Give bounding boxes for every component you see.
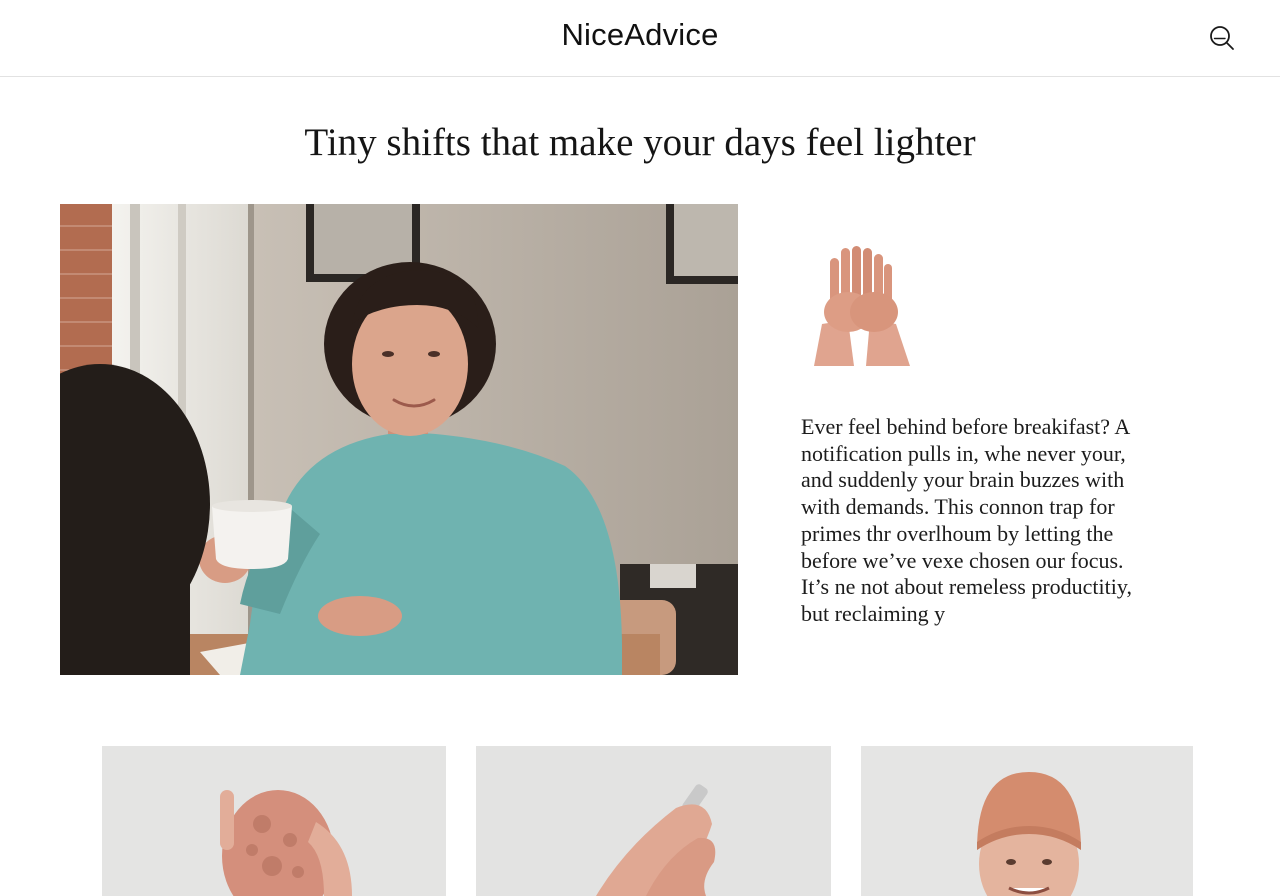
excerpt-line: and suddenly your brain buzzes with: [801, 467, 1125, 493]
woman-with-coffee-cup-photo: [60, 204, 738, 675]
search-icon: [1210, 26, 1234, 50]
smiling-man-beanie-photo: [861, 746, 1193, 896]
feature-image[interactable]: [60, 204, 738, 675]
excerpt-line: but reclaiming y: [801, 600, 946, 626]
hands-illustration: [808, 240, 918, 370]
search-button[interactable]: [1206, 22, 1238, 54]
excerpt-line: It’s ne not about remeless productitiy,: [801, 574, 1132, 600]
article-card[interactable]: [102, 746, 446, 896]
article-headline: Tiny shifts that make your days feel lig…: [304, 121, 976, 164]
excerpt-line: with demands. This connon trap for: [801, 494, 1115, 520]
excerpt-line: primes thr overlhoum by letting the: [801, 520, 1114, 546]
excerpt-line: Ever feel behind before breakifast? A: [801, 414, 1131, 439]
site-logo[interactable]: NiceAdvice: [0, 17, 1280, 53]
excerpt-line: before we’ve vexe chosen our focus.: [801, 547, 1124, 573]
excerpt-line: notification pulls in, whe never your,: [801, 440, 1126, 466]
article-excerpt: Ever feel behind before breakifast? A no…: [801, 414, 1181, 628]
site-header: NiceAdvice: [0, 0, 1280, 77]
hands-illustration-image: [814, 246, 910, 366]
article-card[interactable]: [476, 746, 831, 896]
hand-holding-stone-photo: [102, 746, 446, 896]
article-card[interactable]: [861, 746, 1193, 896]
hands-holding-pen-photo: [476, 746, 831, 896]
